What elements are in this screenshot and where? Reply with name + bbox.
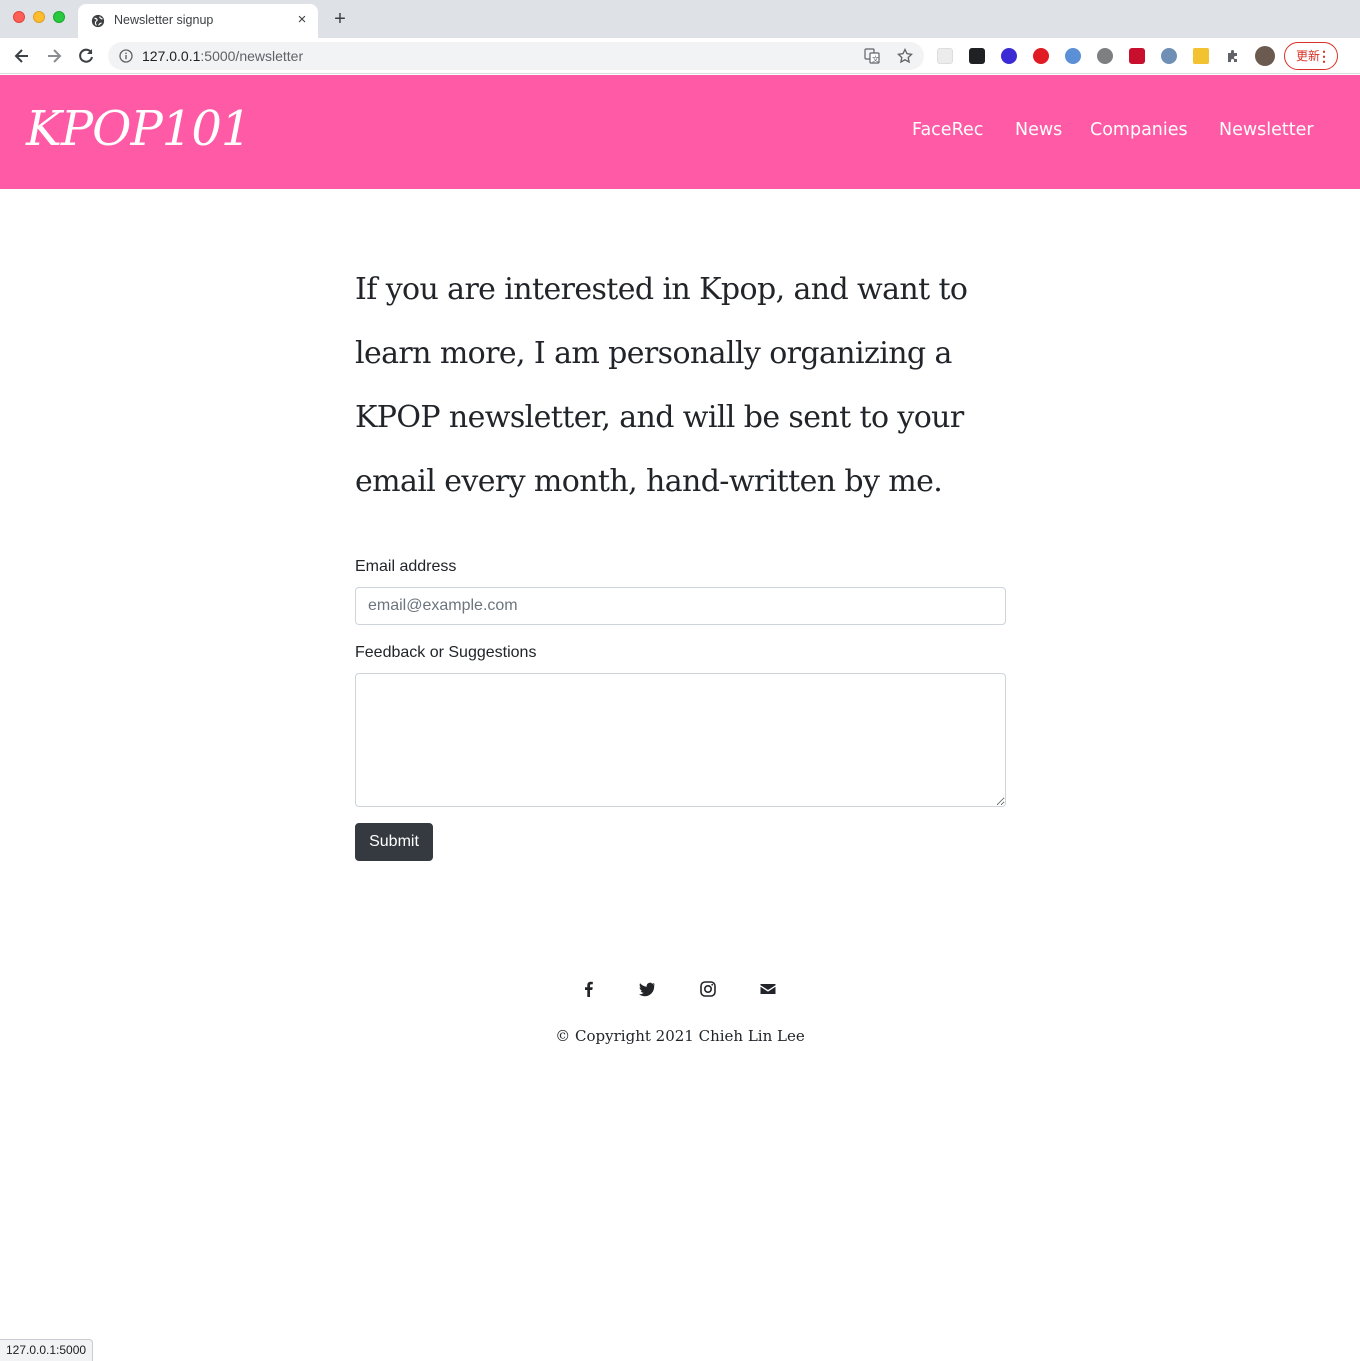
globe-icon	[91, 14, 105, 28]
maximize-window-button[interactable]	[53, 11, 65, 23]
site-logo[interactable]: KPOP101	[26, 101, 251, 157]
url-path: :5000/newsletter	[200, 48, 304, 64]
bookmark-star-icon[interactable]	[897, 48, 913, 64]
nav-link-news[interactable]: News	[1015, 120, 1062, 140]
info-icon[interactable]	[119, 49, 133, 63]
url-host: 127.0.0.1	[142, 48, 201, 64]
update-button[interactable]: 更新 ⋮	[1284, 42, 1338, 70]
extension-icon[interactable]	[1001, 48, 1017, 64]
envelope-icon[interactable]	[759, 980, 777, 998]
more-menu-icon[interactable]: ⋮	[1317, 43, 1331, 69]
site-header: KPOP101 FaceRec News Companies Newslette…	[0, 75, 1360, 189]
feedback-label: Feedback or Suggestions	[355, 644, 537, 661]
broom-icon[interactable]	[1193, 48, 1209, 64]
tab-title: Newsletter signup	[114, 13, 214, 27]
status-url-bubble: 127.0.0.1:5000	[0, 1339, 94, 1361]
extension-icon[interactable]	[969, 48, 985, 64]
nav-link-companies[interactable]: Companies	[1090, 120, 1188, 140]
svg-text:文: 文	[872, 55, 879, 64]
adblock-icon[interactable]	[1033, 48, 1049, 64]
twitter-icon[interactable]	[638, 980, 656, 998]
nav-link-newsletter[interactable]: Newsletter	[1219, 120, 1314, 140]
reload-icon[interactable]	[76, 46, 96, 66]
browser-tab[interactable]: Newsletter signup ×	[78, 4, 318, 38]
puzzle-icon[interactable]	[1225, 48, 1241, 64]
browser-tab-strip: Newsletter signup × +	[0, 0, 1360, 38]
tab-close-icon[interactable]: ×	[294, 11, 310, 28]
forward-arrow-icon[interactable]	[44, 46, 64, 66]
extension-icon[interactable]	[1161, 48, 1177, 64]
minimize-window-button[interactable]	[33, 11, 45, 23]
email-label: Email address	[355, 558, 457, 575]
nav-link-facerec[interactable]: FaceRec	[912, 120, 983, 140]
intro-paragraph: If you are interested in Kpop, and want …	[355, 272, 968, 499]
extension-icon[interactable]	[937, 48, 953, 64]
feedback-textarea[interactable]	[355, 673, 1006, 807]
instagram-icon[interactable]	[699, 980, 717, 998]
url-text[interactable]: 127.0.0.1:5000/newsletter	[142, 48, 303, 64]
translate-icon[interactable]: 文	[864, 48, 880, 64]
extension-icon[interactable]	[1065, 48, 1081, 64]
copyright-text: © Copyright 2021 Chieh Lin Lee	[555, 1027, 805, 1045]
address-bar[interactable]: 127.0.0.1:5000/newsletter 文	[108, 42, 924, 70]
extension-icon[interactable]	[1129, 48, 1145, 64]
close-window-button[interactable]	[13, 11, 25, 23]
bug-icon[interactable]	[1097, 48, 1113, 64]
email-input[interactable]	[355, 587, 1006, 625]
browser-toolbar: 127.0.0.1:5000/newsletter 文 更新 ⋮	[0, 38, 1360, 74]
avatar[interactable]	[1255, 46, 1275, 66]
new-tab-button[interactable]: +	[331, 7, 349, 31]
submit-button[interactable]: Submit	[355, 823, 433, 861]
back-arrow-icon[interactable]	[12, 46, 32, 66]
facebook-icon[interactable]	[580, 980, 598, 998]
